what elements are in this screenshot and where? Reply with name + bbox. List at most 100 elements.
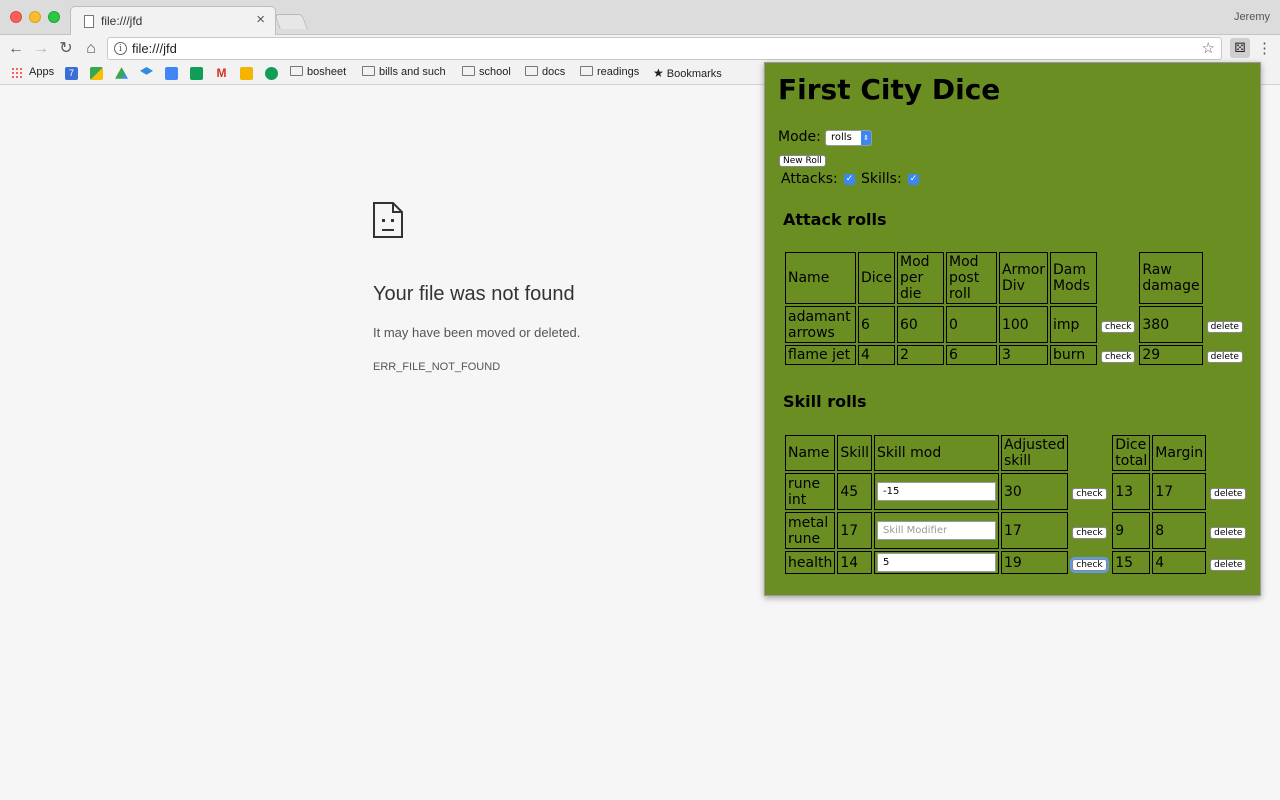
column-header: Skill	[837, 435, 872, 471]
table-row: health 14 5 19 check 15 4 delete	[785, 551, 1248, 574]
bookmark-star-icon[interactable]: ☆	[1202, 39, 1215, 57]
dice-total-cell: 9	[1112, 512, 1151, 549]
window-maximize-button[interactable]	[48, 11, 60, 23]
roll-name: flame jet	[785, 345, 856, 365]
error-code: ERR_FILE_NOT_FOUND	[373, 361, 501, 373]
bookmark-apps[interactable]: Apps	[29, 66, 54, 78]
attack-rolls-table: Name Dice Mod per die Mod post roll Armo…	[783, 250, 1247, 367]
bookmark-readings[interactable]: readings	[580, 66, 639, 78]
column-header: Armor Div	[998, 252, 1049, 304]
address-bar[interactable]: i file:///jfd ☆	[107, 37, 1222, 60]
skill-cell: 14	[837, 551, 872, 574]
calendar-icon[interactable]: 7	[65, 67, 78, 80]
raw-damage-cell: 380	[1139, 306, 1203, 343]
bookmark-bookmarks[interactable]: ★ Bookmarks	[653, 66, 722, 80]
skill-cell: 17	[837, 512, 872, 549]
adjusted-skill-cell: 17	[1001, 512, 1069, 549]
column-header: Mod post roll	[945, 252, 997, 304]
bookmark-label: Bookmarks	[666, 68, 722, 80]
skills-checkbox[interactable]: ✓	[908, 174, 919, 185]
apps-grid-icon	[11, 67, 23, 79]
folder-icon	[462, 66, 475, 76]
gmail-icon[interactable]: M	[215, 67, 228, 80]
dice-total-cell: 15	[1112, 551, 1151, 574]
check-button[interactable]: check	[1101, 320, 1136, 333]
armor-div-cell: 3	[998, 345, 1049, 365]
error-title: Your file was not found	[373, 283, 575, 305]
delete-button[interactable]: delete	[1206, 351, 1243, 363]
window-minimize-button[interactable]	[29, 11, 41, 23]
roll-name: adamant arrows	[785, 306, 856, 343]
skill-modifier-input[interactable]: 5	[877, 553, 996, 572]
adjusted-skill-cell: 19	[1001, 551, 1069, 574]
margin-cell: 4	[1152, 551, 1207, 574]
check-button[interactable]: check	[1101, 351, 1136, 363]
bookmark-docs[interactable]: docs	[525, 66, 565, 78]
delete-button[interactable]: delete	[1210, 558, 1247, 571]
dam-mods-cell: imp	[1050, 306, 1098, 343]
new-tab-button[interactable]	[274, 14, 308, 29]
column-header: Name	[785, 252, 856, 304]
dice-cell: 6	[858, 306, 895, 343]
column-header: Raw damage	[1139, 252, 1203, 304]
skill-rolls-table: Name Skill Skill mod Adjusted skill Dice…	[783, 433, 1250, 576]
dice-extension-icon[interactable]: ⚄	[1230, 38, 1250, 58]
home-icon[interactable]: ⌂	[81, 39, 101, 59]
delete-button[interactable]: delete	[1210, 487, 1247, 500]
dropbox-icon[interactable]	[140, 67, 153, 75]
hangouts-icon[interactable]	[265, 67, 278, 80]
check-button[interactable]: check	[1072, 487, 1107, 500]
check-button[interactable]: check	[1072, 526, 1107, 539]
tab-close-icon[interactable]: ×	[256, 12, 265, 27]
new-roll-button[interactable]: New Roll	[779, 155, 826, 167]
mode-select[interactable]: rolls ⇕	[825, 130, 872, 146]
table-row: adamant arrows 6 60 0 100 imp check 380 …	[785, 306, 1245, 343]
bookmark-label: readings	[597, 66, 640, 78]
info-icon[interactable]: i	[114, 42, 127, 55]
reload-icon[interactable]: ↻	[56, 39, 76, 59]
bookmark-school[interactable]: school	[462, 66, 511, 78]
bookmark-label: school	[479, 66, 511, 78]
maps-icon[interactable]	[90, 67, 103, 80]
keep-icon[interactable]	[240, 67, 253, 80]
attack-rolls-heading: Attack rolls	[783, 210, 887, 229]
roll-name: metal rune	[785, 512, 836, 549]
docs-icon[interactable]	[165, 67, 178, 80]
dice-popup: First City Dice Mode: rolls ⇕ New Roll A…	[764, 62, 1261, 596]
dice-total-cell: 13	[1112, 473, 1151, 510]
browser-tab[interactable]: file:///jfd ×	[70, 6, 276, 36]
bookmark-label: docs	[542, 66, 566, 78]
skill-modifier-input[interactable]: -15	[877, 482, 996, 501]
bookmark-bills-and-such[interactable]: bills and such	[362, 66, 446, 78]
delete-button[interactable]: delete	[1210, 526, 1247, 539]
forward-arrow-icon[interactable]: →	[31, 39, 51, 59]
select-arrows-icon: ⇕	[861, 131, 871, 145]
drive-icon[interactable]	[115, 67, 128, 79]
tab-title: file:///jfd	[101, 14, 143, 28]
column-header: Margin	[1152, 435, 1207, 471]
delete-button[interactable]: delete	[1206, 320, 1243, 333]
dam-mods-cell: burn	[1050, 345, 1098, 365]
attacks-checkbox[interactable]: ✓	[844, 174, 855, 185]
column-header: Name	[785, 435, 836, 471]
table-header-row: Name Dice Mod per die Mod post roll Armo…	[785, 252, 1245, 304]
back-arrow-icon[interactable]: ←	[6, 39, 26, 59]
browser-toolbar: ← → ↻ ⌂ i file:///jfd ☆ ⚄ ⋮	[0, 35, 1280, 63]
skill-modifier-input[interactable]: Skill Modifier	[877, 521, 996, 540]
dice-cell: 4	[858, 345, 895, 365]
skill-mod-cell: Skill Modifier	[874, 512, 999, 549]
menu-icon[interactable]: ⋮	[1257, 39, 1272, 57]
folder-icon	[362, 66, 375, 76]
attacks-label: Attacks:	[781, 171, 838, 187]
check-button[interactable]: check	[1072, 558, 1107, 571]
window-close-button[interactable]	[10, 11, 22, 23]
column-header: Dice	[858, 252, 895, 304]
roll-name: rune int	[785, 473, 836, 510]
margin-cell: 17	[1152, 473, 1207, 510]
bookmark-bosheet[interactable]: bosheet	[290, 66, 346, 78]
profile-name[interactable]: Jeremy	[1234, 11, 1270, 23]
table-row: rune int 45 -15 30 check 13 17 delete	[785, 473, 1248, 510]
url-text[interactable]: file:///jfd	[132, 41, 177, 56]
sheets-icon[interactable]	[190, 67, 203, 80]
armor-div-cell: 100	[998, 306, 1049, 343]
